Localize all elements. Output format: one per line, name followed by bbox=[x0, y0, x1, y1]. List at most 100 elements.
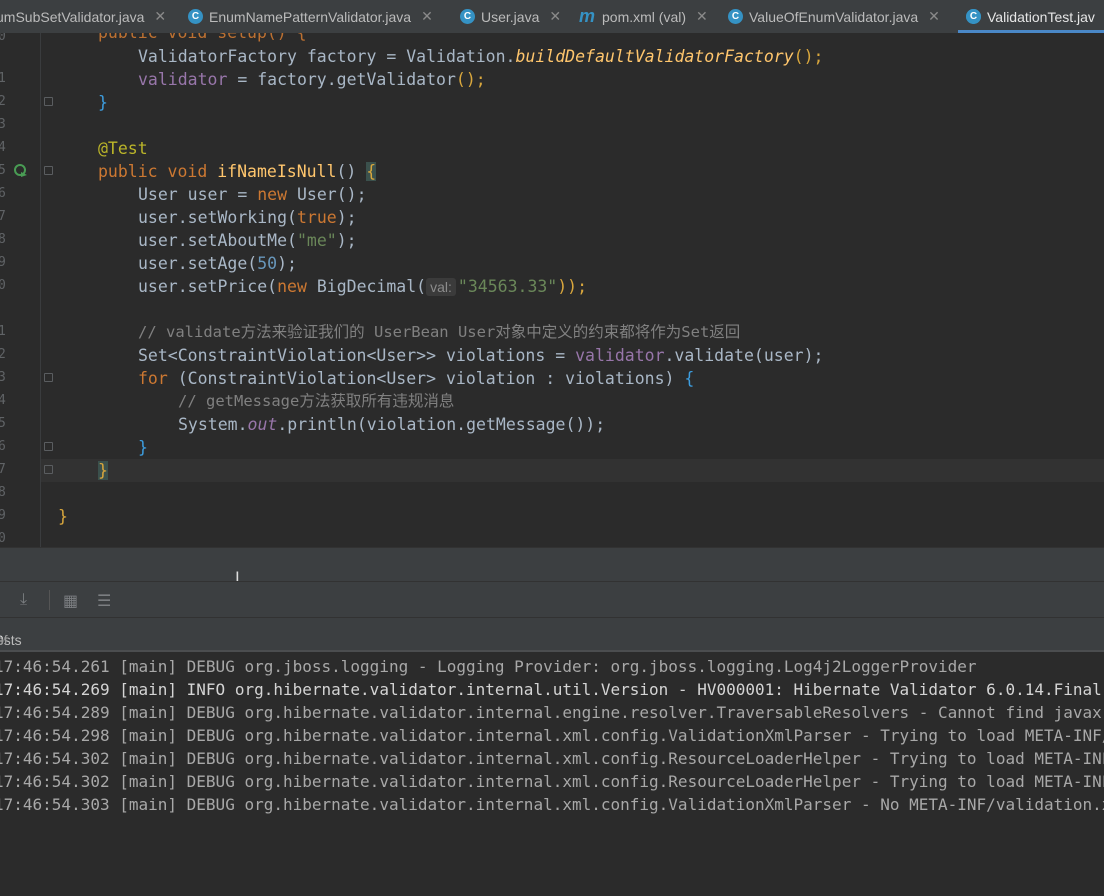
code-token: user.setWorking( bbox=[138, 208, 297, 227]
code-line: } bbox=[58, 505, 68, 528]
code-token: for bbox=[138, 369, 178, 388]
sort-icon[interactable]: ↑ bbox=[0, 591, 2, 609]
fold-marker-icon[interactable] bbox=[44, 442, 53, 451]
code-token: (ConstraintViolation<User> violation : v… bbox=[177, 369, 685, 388]
code-token: System. bbox=[178, 415, 248, 434]
code-token: { bbox=[366, 162, 377, 181]
parameter-hint: val: bbox=[426, 278, 456, 296]
test-status-bar: ests passed: 0 of 1 test bbox=[0, 617, 1104, 680]
line-number: 4 bbox=[0, 140, 6, 155]
code-comment: // validate方法来验证我们的 UserBean User对象中定义的约… bbox=[138, 323, 741, 341]
line-number: 0 bbox=[0, 278, 6, 293]
tab-pom-xml[interactable]: m pom.xml (val) ✕ bbox=[578, 0, 708, 33]
line-number: 1 bbox=[0, 324, 6, 339]
line-number: 7 bbox=[0, 462, 6, 477]
run-toolbar: ↑ ⤓ ▦ ☰ bbox=[0, 581, 1104, 618]
tab-enum-name-pattern-validator[interactable]: C EnumNamePatternValidator.java ✕ bbox=[188, 0, 433, 33]
code-token: user.setAboutMe( bbox=[138, 231, 297, 250]
code-line: user.setAge(50); bbox=[138, 252, 297, 275]
tab-label: User.java bbox=[481, 8, 540, 25]
code-token: User(); bbox=[296, 185, 367, 204]
code-token: } bbox=[138, 438, 148, 457]
line-number: 8 bbox=[0, 232, 6, 247]
line-number: 2 bbox=[0, 94, 6, 109]
line-number: 6 bbox=[0, 186, 6, 201]
class-icon: C bbox=[728, 9, 743, 24]
code-line: System.out.println(violation.getMessage(… bbox=[178, 413, 605, 436]
code-token: ); bbox=[336, 231, 357, 250]
tab-enum-subset-validator[interactable]: umSubSetValidator.java ✕ bbox=[0, 0, 166, 33]
table-icon[interactable]: ▦ bbox=[63, 591, 78, 611]
line-number: 4 bbox=[0, 393, 6, 408]
code-token: BigDecimal( bbox=[316, 277, 427, 296]
console-output[interactable]: 17:46:54.261 [main] DEBUG org.jboss.logg… bbox=[0, 650, 1104, 896]
line-number: 9 bbox=[0, 508, 6, 523]
tab-label: ValidationTest.jav bbox=[987, 8, 1095, 25]
code-token: "34563.33" bbox=[457, 277, 558, 296]
log-line: 17:46:54.289 [main] DEBUG org.hibernate.… bbox=[0, 703, 1104, 722]
run-test-icon[interactable] bbox=[14, 163, 28, 181]
fold-marker-icon[interactable] bbox=[44, 97, 53, 106]
code-line: } bbox=[138, 436, 148, 459]
tab-label: ValueOfEnumValidator.java bbox=[749, 8, 919, 25]
code-token: user.setPrice( bbox=[138, 277, 278, 296]
code-token: (); bbox=[455, 70, 486, 89]
line-number: 0 bbox=[0, 531, 6, 546]
fold-marker-icon[interactable] bbox=[44, 465, 53, 474]
close-icon[interactable]: ✕ bbox=[154, 8, 166, 25]
close-icon[interactable]: ✕ bbox=[696, 8, 708, 25]
line-number: 6 bbox=[0, 439, 6, 454]
maven-icon: m bbox=[578, 6, 595, 26]
code-token: buildDefaultValidatorFactory bbox=[515, 47, 794, 66]
gutter-separator bbox=[40, 33, 41, 547]
log-line: 17:46:54.303 [main] DEBUG org.hibernate.… bbox=[0, 795, 1104, 814]
close-icon[interactable]: ✕ bbox=[928, 8, 940, 25]
fold-marker-icon[interactable] bbox=[44, 373, 53, 382]
tab-user-java[interactable]: C User.java ✕ bbox=[460, 0, 561, 33]
code-token: .validate(user); bbox=[664, 346, 824, 365]
code-comment: // getMessage方法获取所有违规消息 bbox=[178, 392, 455, 410]
code-editor[interactable]: 0 1 2 3 4 5 6 7 8 9 0 1 2 3 4 5 6 7 8 9 … bbox=[0, 33, 1104, 547]
code-line-partial: public void setup() { bbox=[98, 33, 307, 44]
panel-splitter[interactable] bbox=[0, 547, 1104, 582]
code-token: new bbox=[257, 185, 297, 204]
code-token: Set<ConstraintViolation<User>> violation… bbox=[138, 346, 576, 365]
settings-icon[interactable]: ☰ bbox=[97, 591, 111, 611]
code-line: user.setAboutMe("me"); bbox=[138, 229, 357, 252]
code-line: ValidatorFactory factory = Validation.bu… bbox=[138, 45, 823, 68]
toolbar-separator bbox=[49, 590, 50, 610]
tab-label: umSubSetValidator.java bbox=[0, 8, 145, 25]
code-token: User user = bbox=[138, 185, 258, 204]
line-number: 1 bbox=[0, 71, 6, 86]
code-token: = factory.getValidator bbox=[227, 70, 456, 89]
code-token: ifNameIsNull bbox=[217, 162, 337, 181]
close-icon[interactable]: ✕ bbox=[421, 8, 433, 25]
code-token: out bbox=[247, 415, 278, 434]
code-token: } bbox=[98, 93, 108, 112]
class-icon: C bbox=[188, 9, 203, 24]
tab-label: EnumNamePatternValidator.java bbox=[209, 8, 412, 25]
log-line: 17:46:54.298 [main] DEBUG org.hibernate.… bbox=[0, 726, 1104, 745]
log-line: 17:46:54.261 [main] DEBUG org.jboss.logg… bbox=[0, 657, 977, 676]
code-token: new bbox=[277, 277, 317, 296]
code-token: } bbox=[58, 507, 68, 526]
close-icon[interactable]: ✕ bbox=[549, 8, 561, 25]
fold-marker-icon[interactable] bbox=[44, 166, 53, 175]
code-token: (); bbox=[793, 47, 824, 66]
line-number: 5 bbox=[0, 163, 6, 178]
tab-label: pom.xml (val) bbox=[602, 8, 687, 25]
code-line: } bbox=[98, 459, 108, 482]
code-token: ); bbox=[336, 208, 357, 227]
code-token: true bbox=[296, 208, 337, 227]
line-number: 2 bbox=[0, 347, 6, 362]
current-line-highlight bbox=[40, 459, 1104, 482]
log-line: 17:46:54.269 [main] INFO org.hibernate.v… bbox=[0, 680, 1102, 699]
tab-value-of-enum-validator[interactable]: C ValueOfEnumValidator.java ✕ bbox=[728, 0, 940, 33]
code-token: { bbox=[684, 369, 695, 388]
code-line: @Test bbox=[98, 137, 148, 160]
line-number: 5 bbox=[0, 416, 6, 431]
code-token: .println(violation.getMessage()); bbox=[277, 415, 606, 434]
code-token: ); bbox=[277, 254, 297, 273]
tab-validation-test[interactable]: C ValidationTest.jav bbox=[958, 0, 1104, 33]
collapse-icon[interactable]: ⤓ bbox=[20, 591, 27, 609]
